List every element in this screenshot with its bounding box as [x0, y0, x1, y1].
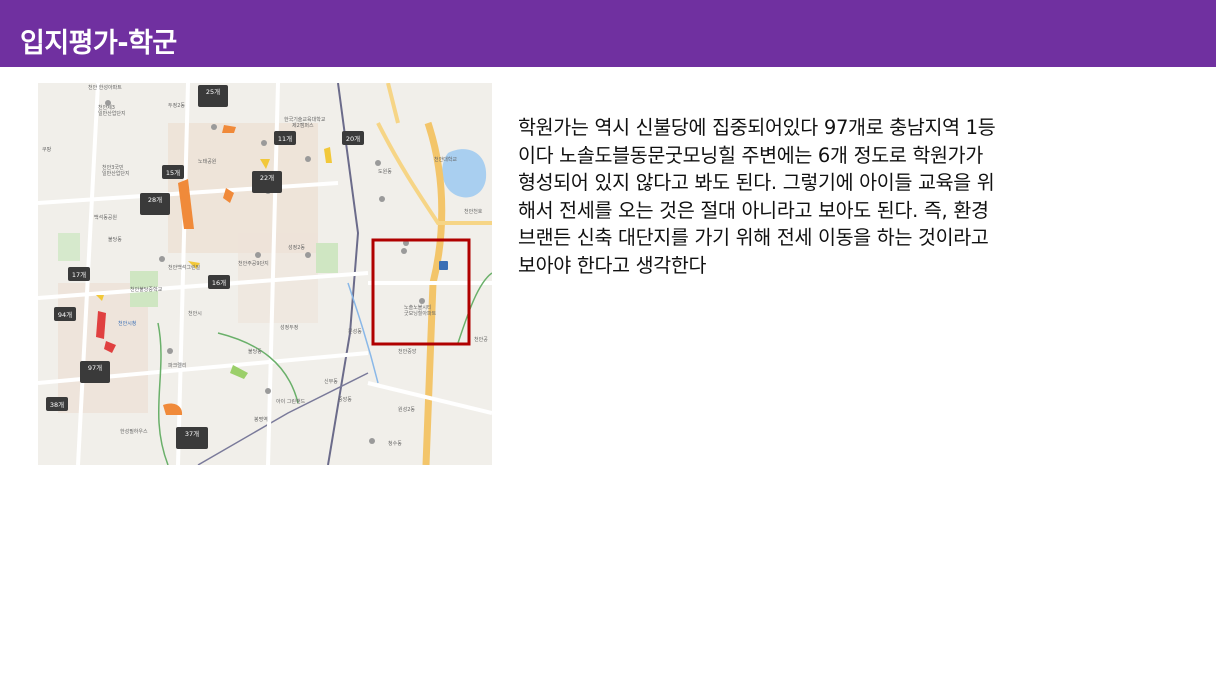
marker-count: 94개: [58, 310, 72, 319]
svg-text:도원동: 도원동: [378, 168, 392, 175]
svg-text:일반산업단지: 일반산업단지: [102, 170, 130, 177]
svg-text:불당동: 불당동: [248, 348, 262, 355]
svg-text:천안시청: 천안시청: [118, 320, 136, 327]
svg-text:노태공원: 노태공원: [198, 158, 217, 165]
marker-count: 38개: [50, 400, 64, 409]
svg-text:굿모닝힐아파트: 굿모닝힐아파트: [404, 310, 437, 317]
marker-count: 11개: [278, 134, 292, 143]
svg-text:천안백석그린빌: 천안백석그린빌: [168, 264, 201, 271]
svg-text:천안공: 천안공: [474, 336, 488, 343]
text-line: 형성되어 있지 않다고 봐도 된다. 그렇기에 아이들 교육을 위: [518, 171, 995, 194]
marker-count: 15개: [166, 168, 180, 177]
svg-text:두정2동: 두정2동: [168, 102, 185, 109]
marker-count: 37개: [185, 429, 199, 438]
svg-text:성정2동: 성정2동: [288, 244, 305, 251]
svg-text:쿠팡: 쿠팡: [42, 146, 52, 153]
svg-text:일반산업단지: 일반산업단지: [98, 110, 126, 117]
description-text: 학원가는 역시 신불당에 집중되어있다 97개로 충남지역 1등 이다 노솔도블…: [518, 114, 1158, 279]
svg-text:원성2동: 원성2동: [398, 406, 415, 413]
svg-text:천안 한성아파트: 천안 한성아파트: [88, 84, 122, 91]
svg-text:문성동: 문성동: [348, 328, 362, 335]
text-line: 브랜든 신축 대단지를 가기 위해 전세 이동을 하는 것이라고: [518, 226, 989, 249]
svg-text:봉명역: 봉명역: [254, 416, 268, 423]
marker-count: 16개: [212, 278, 226, 287]
marker-count: 97개: [88, 363, 102, 372]
svg-text:불당동: 불당동: [108, 236, 122, 243]
marker-count: 20개: [346, 134, 360, 143]
svg-text:중앙동: 중앙동: [338, 396, 352, 403]
svg-text:천안주공9단지: 천안주공9단지: [238, 260, 269, 267]
school-district-map: 천안 한성아파트 천안제3 일반산업단지 두정2동 한국기술교육대학교 제2캠퍼…: [38, 83, 492, 465]
text-line: 학원가는 역시 신불당에 집중되어있다 97개로 충남지역 1등: [518, 116, 996, 139]
marker-count: 22개: [260, 173, 274, 182]
svg-text:아이 그린랜드: 아이 그린랜드: [276, 398, 306, 405]
text-line: 보아야 한다고 생각한다: [518, 253, 707, 277]
marker-count: 28개: [148, 195, 162, 204]
page-title: 입지평가-학군: [20, 28, 177, 59]
svg-text:파크렐리: 파크렐리: [168, 362, 186, 369]
text-line: 이다 노솔도블동문굿모닝힐 주변에는 6개 정도로 학원가가: [518, 143, 983, 167]
svg-text:천안천호: 천안천호: [464, 208, 483, 215]
marker-count: 25개: [206, 87, 220, 96]
svg-text:천안중앙: 천안중앙: [398, 348, 417, 355]
svg-text:제2캠퍼스: 제2캠퍼스: [292, 122, 314, 129]
svg-text:노솔노블시티: 노솔노블시티: [404, 304, 432, 311]
svg-text:천안3국민: 천안3국민: [102, 164, 124, 171]
svg-text:청수동: 청수동: [388, 441, 402, 447]
svg-text:한성필하우스: 한성필하우스: [120, 428, 148, 435]
svg-text:신부동: 신부동: [324, 378, 338, 385]
svg-text:천안불당중학교: 천안불당중학교: [130, 286, 163, 293]
header-bar: 입지평가-학군: [0, 0, 1216, 67]
svg-text:성정두정: 성정두정: [280, 324, 298, 331]
marker-count: 17개: [72, 270, 86, 279]
svg-text:천안대학교: 천안대학교: [434, 156, 457, 163]
svg-text:천안시: 천안시: [188, 310, 202, 317]
text-line: 해서 전세를 오는 것은 절대 아니라고 보아도 된다. 즉, 환경: [518, 198, 989, 222]
svg-text:백석동공원: 백석동공원: [94, 214, 117, 221]
svg-text:한국기술교육대학교: 한국기술교육대학교: [284, 116, 326, 123]
